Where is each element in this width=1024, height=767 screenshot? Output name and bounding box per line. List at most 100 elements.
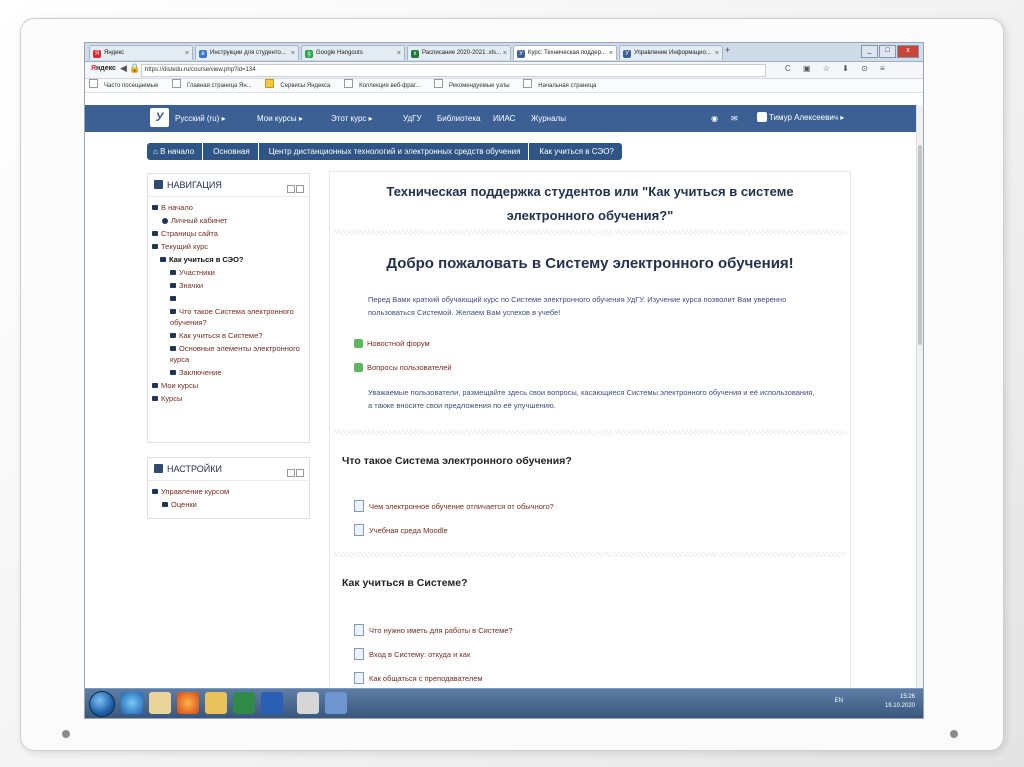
- bookmark-item[interactable]: Сервисы Яндекса: [265, 79, 334, 89]
- resource-link[interactable]: Учебная среда Moodle: [354, 524, 448, 536]
- folder-open-icon: [160, 257, 166, 262]
- nav-language[interactable]: Русский (ru) ▸: [175, 114, 226, 123]
- resource-link[interactable]: Что нужно иметь для работы в Системе?: [354, 624, 513, 636]
- tab-close-icon[interactable]: ×: [609, 46, 613, 60]
- ie-icon[interactable]: [121, 692, 143, 714]
- udsu-icon: У: [623, 50, 631, 58]
- clock-date: 19.10.2020: [884, 703, 915, 709]
- minimize-button[interactable]: _: [861, 45, 878, 58]
- breadcrumb-course[interactable]: Как учиться в СЭО?: [529, 143, 622, 160]
- nav-this-course[interactable]: Этот курс ▸: [331, 114, 373, 123]
- clock-time: 15:26: [899, 694, 915, 700]
- back-icon[interactable]: ◀ 🔒: [120, 63, 141, 74]
- nav-journals[interactable]: Журналы: [531, 114, 566, 123]
- folder-icon: [170, 283, 176, 288]
- forum-news-link[interactable]: Новостной форум: [354, 338, 430, 349]
- nav-item-badges[interactable]: Значки: [170, 280, 309, 291]
- nav-my-courses[interactable]: Мои курсы ▸: [257, 114, 303, 123]
- slide-dot-right: [950, 730, 958, 738]
- start-button[interactable]: [89, 691, 115, 717]
- window-controls: _ □ x: [861, 45, 919, 58]
- nav-item-home[interactable]: В начало: [152, 202, 309, 213]
- language-indicator[interactable]: EN: [835, 697, 843, 706]
- course-content: Техническая поддержка студентов или "Как…: [329, 171, 851, 718]
- nav-item-current-course[interactable]: Текущий курс: [152, 241, 309, 252]
- tab-close-icon[interactable]: ×: [397, 46, 401, 60]
- maximize-button[interactable]: □: [879, 45, 896, 58]
- nav-library[interactable]: Библиотека: [437, 114, 481, 123]
- nav-item-participants[interactable]: Участники: [170, 267, 309, 278]
- block-controls[interactable]: [286, 181, 304, 203]
- nav-item-how-to-learn[interactable]: Как учиться в Системе?: [170, 330, 309, 341]
- document-icon: [354, 648, 364, 660]
- section-title: Что такое Система электронного обучения?: [342, 455, 572, 467]
- forum-icon: [354, 339, 363, 348]
- tab-close-icon[interactable]: ×: [291, 46, 295, 60]
- nav-item-conclusion[interactable]: Заключение: [170, 367, 309, 378]
- nav-item-courses[interactable]: Курсы: [152, 393, 309, 404]
- tab-yandex[interactable]: Я Яндекс ×: [89, 45, 193, 60]
- tab-close-icon[interactable]: ×: [185, 46, 189, 60]
- firefox-icon[interactable]: [177, 692, 199, 714]
- forum-icon: [354, 363, 363, 372]
- spreadsheet-icon: x: [411, 50, 419, 58]
- tab-instructions[interactable]: e Инструкции для студенто... ×: [195, 45, 299, 60]
- tab-close-icon[interactable]: ×: [503, 46, 507, 60]
- nav-item-site-pages[interactable]: Страницы сайта: [152, 228, 309, 239]
- avatar: [757, 112, 767, 122]
- udsu-logo[interactable]: У: [150, 108, 169, 127]
- nav-item-empty[interactable]: [170, 293, 309, 304]
- intro-text: Перед Вами краткий обучающий курс по Сис…: [368, 295, 787, 317]
- app-icon[interactable]: [297, 692, 319, 714]
- nav-item-dashboard[interactable]: Личный кабинет: [162, 215, 309, 226]
- nav-udsu[interactable]: УдГУ: [403, 114, 422, 123]
- forum-questions-link[interactable]: Вопросы пользователей: [354, 362, 452, 373]
- settings-grades[interactable]: Оценки: [162, 499, 309, 510]
- notifications-icon[interactable]: ◉: [711, 114, 718, 123]
- bookmark-item[interactable]: Главная страница Ян...: [172, 79, 256, 89]
- user-menu[interactable]: Тимур Алексеевич ▸: [757, 112, 844, 122]
- nav-item-what-is[interactable]: Что такое Система электронного обучения?: [170, 306, 309, 328]
- resource-link[interactable]: Чем электронное обучение отличается от о…: [354, 500, 554, 512]
- excel-icon[interactable]: [233, 692, 255, 714]
- messages-icon[interactable]: ✉: [731, 114, 738, 123]
- bookmark-item[interactable]: Часто посещаемые: [89, 79, 162, 89]
- tab-hangouts[interactable]: g Google Hangouts ×: [301, 45, 405, 60]
- settings-course-admin[interactable]: Управление курсом: [152, 486, 309, 497]
- resource-link[interactable]: Вход в Систему: откуда и как: [354, 648, 470, 660]
- nav-item-my-courses[interactable]: Мои курсы: [152, 380, 309, 391]
- udsu-app-icon[interactable]: [325, 692, 347, 714]
- nav-iias[interactable]: ИИАС: [493, 114, 515, 123]
- tab-close-icon[interactable]: ×: [715, 46, 719, 60]
- tab-course[interactable]: У Курс: Техническая поддер... ×: [513, 45, 617, 60]
- dashboard-icon: [162, 218, 168, 224]
- folder-icon[interactable]: [205, 692, 227, 714]
- close-window-button[interactable]: x: [897, 45, 919, 58]
- table-icon: [162, 502, 168, 507]
- breadcrumb-home[interactable]: ⌂ В начало: [147, 143, 203, 160]
- breadcrumb-main[interactable]: Основная: [203, 143, 258, 160]
- tab-label: Google Hangouts: [316, 50, 363, 56]
- bookmark-item[interactable]: Рекомендуемые узлы: [434, 79, 514, 89]
- nav-item-course[interactable]: Как учиться в СЭО?: [160, 254, 309, 265]
- browser-toolbar-icons[interactable]: C ▣ ☆ ⬇ ⊙ ≡: [785, 64, 890, 73]
- folder-open-icon: [152, 244, 158, 249]
- word-icon[interactable]: [261, 692, 283, 714]
- nav-item-elements[interactable]: Основные элементы электронного курса: [170, 343, 309, 365]
- explorer-icon[interactable]: [149, 692, 171, 714]
- bookmark-item[interactable]: Начальная страница: [523, 79, 600, 89]
- url-input[interactable]: https://distedu.ru/course/view.php?id=13…: [141, 64, 766, 77]
- block-controls[interactable]: [286, 465, 304, 487]
- resource-link[interactable]: Как общаться с преподавателем: [354, 672, 483, 684]
- tab-management[interactable]: У Управление Информацио... ×: [619, 45, 723, 60]
- folder-open-icon: [152, 489, 158, 494]
- welcome-heading: Добро пожаловать в Систему электронного …: [386, 255, 794, 272]
- breadcrumb-center[interactable]: Центр дистанционных технологий и электро…: [258, 143, 529, 160]
- hangouts-icon: g: [305, 50, 313, 58]
- page-scrollbar[interactable]: [916, 105, 923, 688]
- bookmark-item[interactable]: Коллекция веб-фраг...: [344, 79, 424, 89]
- tab-schedule[interactable]: x Расписание 2020-2021 .xls... ×: [407, 45, 511, 60]
- new-tab-button[interactable]: +: [725, 45, 730, 55]
- navigation-list: В начало Личный кабинет Страницы сайта Т…: [148, 197, 309, 412]
- gears-icon: [154, 464, 163, 473]
